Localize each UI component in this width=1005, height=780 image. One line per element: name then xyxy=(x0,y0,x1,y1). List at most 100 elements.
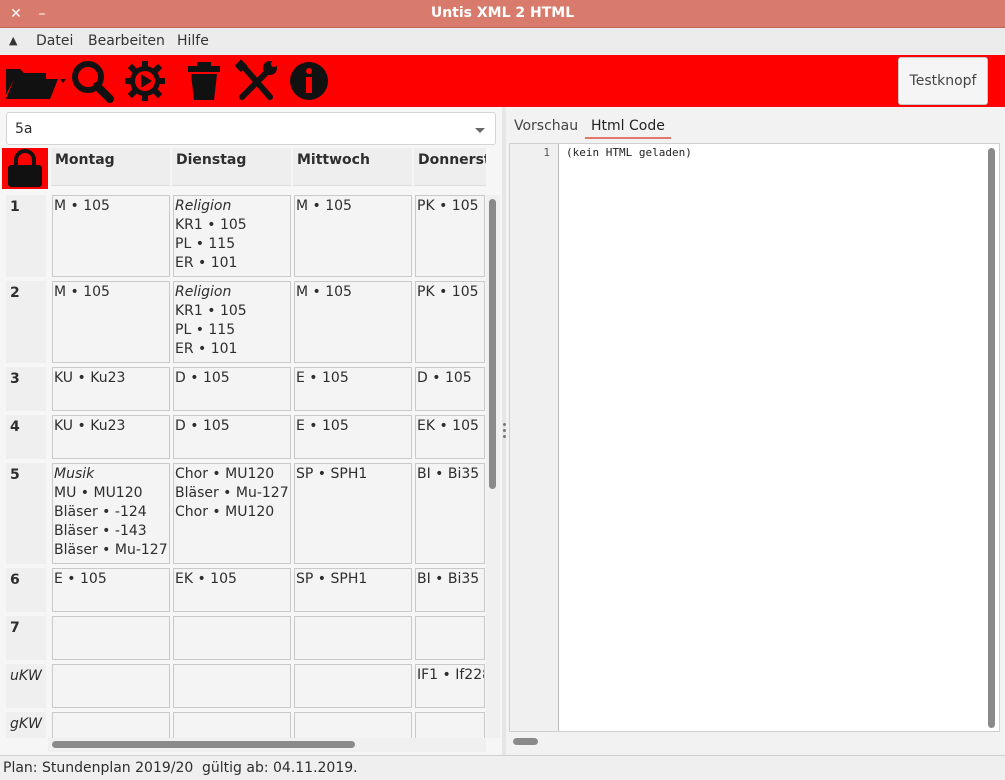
status-valid-from: gültig ab: 04.11.2019. xyxy=(202,760,358,776)
cell-group-title: Musik xyxy=(54,466,95,482)
menu-toggle-icon[interactable]: ▲ xyxy=(9,34,17,47)
lesson-entry: KR1 • 105 xyxy=(175,217,247,233)
scrollbar-thumb[interactable] xyxy=(988,148,995,728)
timetable-cell[interactable]: KU • Ku23 xyxy=(52,415,170,459)
code-editor[interactable]: 1 (kein HTML geladen) xyxy=(509,143,1000,732)
timetable-cell[interactable]: D • 105 xyxy=(415,367,485,411)
timetable-cell[interactable]: M • 105 xyxy=(294,195,412,277)
lock-icon xyxy=(8,149,42,187)
cell-group-title: Religion xyxy=(175,284,232,300)
menu-hilfe[interactable]: Hilfe xyxy=(177,33,209,49)
lesson-entry: M • 105 xyxy=(54,284,110,300)
lesson-entry: E • 105 xyxy=(296,418,349,434)
vertical-scrollbar[interactable] xyxy=(486,195,500,738)
lesson-entry: PK • 105 xyxy=(417,284,479,300)
timetable-grid: 1 M • 105 Religion KR1 • 105 PL • 115 ER • 10… xyxy=(0,195,485,738)
lesson-entry: M • 105 xyxy=(54,198,110,214)
menu-datei[interactable]: Datei xyxy=(36,33,73,49)
lesson-entry: D • 105 xyxy=(175,418,230,434)
lesson-entry: Bläser • -124 xyxy=(54,504,147,520)
timetable-cell[interactable]: E • 105 xyxy=(294,415,412,459)
day-header-mittwoch: Mittwoch xyxy=(293,148,412,186)
timetable-cell[interactable] xyxy=(173,712,291,738)
tab-vorschau[interactable]: Vorschau xyxy=(508,115,584,137)
html-pane: Vorschau Html Code 1 (kein HTML geladen) xyxy=(506,107,1005,755)
lesson-entry: KR1 • 105 xyxy=(175,303,247,319)
timetable-cell[interactable] xyxy=(294,616,412,660)
lesson-entry: BI • Bi35 xyxy=(417,466,480,482)
line-number-gutter: 1 xyxy=(510,144,559,731)
lesson-entry: E • 105 xyxy=(54,571,107,587)
timetable-cell[interactable]: D • 105 xyxy=(173,367,291,411)
lesson-entry: ER • 101 xyxy=(175,341,238,357)
timetable-cell[interactable] xyxy=(52,616,170,660)
folder-open-icon[interactable] xyxy=(4,59,68,103)
lesson-entry: ER • 101 xyxy=(175,255,238,271)
lesson-entry: SP • SPH1 xyxy=(296,571,368,587)
timetable-cell[interactable]: EK • 105 xyxy=(415,415,485,459)
row-label: 7 xyxy=(6,616,46,660)
timetable-cell[interactable]: SP • SPH1 xyxy=(294,463,412,564)
search-icon[interactable] xyxy=(70,59,116,103)
timetable-cell[interactable] xyxy=(294,664,412,708)
tools-icon[interactable] xyxy=(234,59,280,103)
timetable-cell[interactable] xyxy=(415,616,485,660)
tab-html-code[interactable]: Html Code xyxy=(585,115,671,139)
timetable-cell[interactable]: Religion KR1 • 105 PL • 115 ER • 101 xyxy=(173,281,291,363)
timetable-cell[interactable] xyxy=(173,664,291,708)
timetable-cell[interactable]: D • 105 xyxy=(173,415,291,459)
timetable-cell[interactable]: BI • Bi35 xyxy=(415,568,485,612)
timetable-cell[interactable]: Chor • MU120 Bläser • Mu-127 Chor • MU120 xyxy=(173,463,291,564)
timetable-cell[interactable]: PK • 105 xyxy=(415,195,485,277)
gear-play-icon[interactable] xyxy=(122,59,168,103)
row-label: uKW xyxy=(6,664,46,708)
trash-icon[interactable] xyxy=(182,59,226,103)
chevron-down-icon xyxy=(475,128,485,133)
timetable-cell[interactable] xyxy=(52,712,170,738)
status-bar: Plan: Stundenplan 2019/20 gültig ab: 04.… xyxy=(0,755,1005,780)
timetable-pane: 5a Montag Dienstag Mittwoch Donnerstag 1… xyxy=(0,107,502,755)
lesson-entry: EK • 105 xyxy=(417,418,479,434)
row-label: gKW xyxy=(6,712,46,738)
timetable-cell[interactable]: M • 105 xyxy=(294,281,412,363)
lesson-entry: EK • 105 xyxy=(175,571,237,587)
day-header-montag: Montag xyxy=(51,148,170,186)
lesson-entry: KU • Ku23 xyxy=(54,370,126,386)
timetable-cell[interactable]: E • 105 xyxy=(294,367,412,411)
timetable-cell[interactable]: E • 105 xyxy=(52,568,170,612)
info-icon[interactable] xyxy=(288,59,332,103)
menu-bearbeiten[interactable]: Bearbeiten xyxy=(88,33,165,49)
timetable-cell[interactable] xyxy=(415,712,485,738)
day-header-dienstag: Dienstag xyxy=(172,148,291,186)
timetable-cell[interactable]: SP • SPH1 xyxy=(294,568,412,612)
timetable-cell[interactable]: M • 105 xyxy=(52,195,170,277)
row-label: 3 xyxy=(6,367,46,411)
timetable-cell[interactable]: BI • Bi35 xyxy=(415,463,485,564)
scrollbar-thumb[interactable] xyxy=(52,741,355,748)
editor-vertical-scrollbar[interactable] xyxy=(986,144,998,731)
timetable-cell[interactable] xyxy=(173,616,291,660)
timetable-cell[interactable] xyxy=(294,712,412,738)
class-select[interactable]: 5a xyxy=(6,112,496,145)
scrollbar-thumb[interactable] xyxy=(489,199,496,489)
lesson-entry: Bläser • -143 xyxy=(54,523,147,539)
timetable-cell[interactable]: PK • 105 xyxy=(415,281,485,363)
menu-bar: ▲ Datei Bearbeiten Hilfe xyxy=(0,28,1005,55)
timetable-cell[interactable] xyxy=(52,664,170,708)
window-title: Untis XML 2 HTML xyxy=(430,5,575,21)
line-number: 1 xyxy=(543,146,550,159)
test-button[interactable]: Testknopf xyxy=(898,57,988,105)
timetable-cell[interactable]: IF1 • If228 xyxy=(415,664,485,708)
row-label: 6 xyxy=(6,568,46,612)
horizontal-scrollbar[interactable] xyxy=(48,738,486,752)
timetable-cell[interactable]: Religion KR1 • 105 PL • 115 ER • 101 xyxy=(173,195,291,277)
lock-toggle[interactable] xyxy=(2,148,48,189)
timetable-cell[interactable]: EK • 105 xyxy=(173,568,291,612)
timetable-cell[interactable]: Musik MU • MU120 Bläser • -124 Bläser • -14… xyxy=(52,463,170,564)
editor-horizontal-scrollbar[interactable] xyxy=(509,735,984,747)
lesson-entry: Chor • MU120 xyxy=(175,504,275,520)
timetable-cell[interactable]: KU • Ku23 xyxy=(52,367,170,411)
lesson-entry: Bläser • Mu-127 xyxy=(54,542,168,558)
timetable-cell[interactable]: M • 105 xyxy=(52,281,170,363)
scrollbar-thumb[interactable] xyxy=(513,738,538,745)
